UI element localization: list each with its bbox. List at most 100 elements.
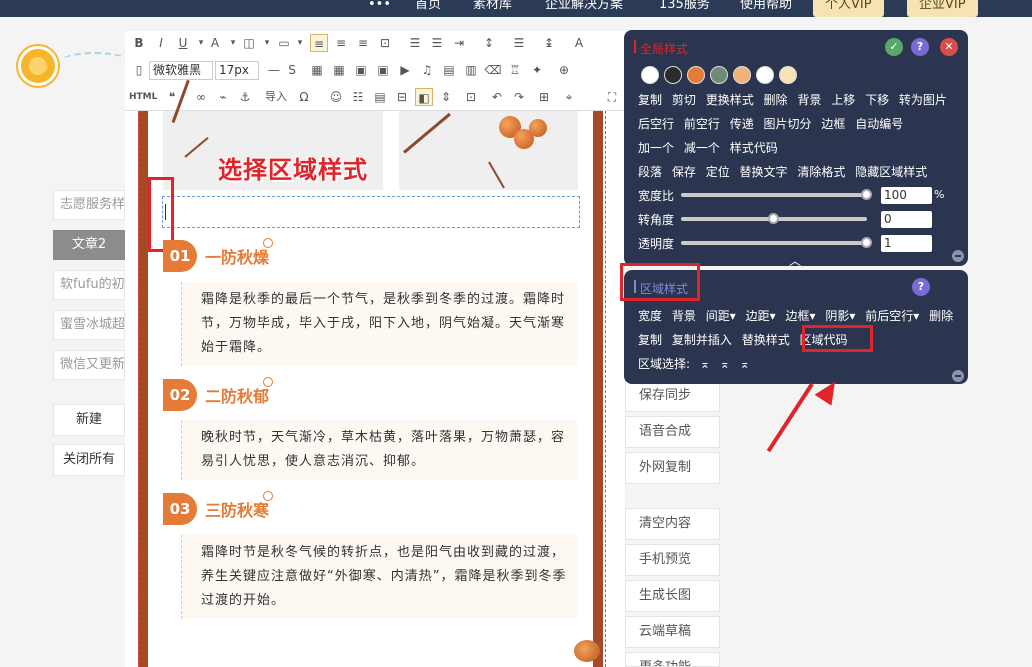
date-icon[interactable]: ▤ — [371, 88, 389, 106]
selected-region[interactable] — [162, 196, 580, 228]
font-size-select[interactable]: 17px — [215, 61, 259, 80]
nav-home[interactable]: 首页 — [415, 0, 441, 17]
nav-enterprise-solutions[interactable]: 企业解决方案 — [545, 0, 623, 17]
link-icon[interactable]: ∞ — [192, 88, 210, 106]
undo-icon[interactable]: ↶ — [488, 88, 506, 106]
article-item[interactable]: 蜜雪冰城超 — [53, 310, 125, 340]
width-ratio-knob[interactable] — [861, 189, 872, 200]
color-swatch[interactable] — [687, 66, 705, 84]
external-copy-button[interactable]: 外网复制 — [625, 452, 720, 484]
cloud-draft-button[interactable]: 云端草稿 — [625, 616, 720, 648]
opacity-input[interactable]: 1 — [881, 235, 932, 252]
opacity-knob[interactable] — [861, 237, 872, 248]
region-copy-action[interactable]: 复制 — [638, 333, 662, 347]
format-block-icon[interactable]: ⊟ — [393, 88, 411, 106]
clear-content-button[interactable]: 清空内容 — [625, 508, 720, 540]
color-swatch[interactable] — [641, 66, 659, 84]
section-paragraph[interactable]: 霜降时节是秋冬气候的转折点，也是阳气由收到藏的过渡，养生关键应注意做好“外御寒、… — [181, 535, 577, 619]
color-swatch[interactable] — [756, 66, 774, 84]
import-button[interactable]: 导入 — [260, 88, 292, 106]
background-action[interactable]: 背景 — [797, 93, 821, 107]
insert-image-icon[interactable]: ▣ — [352, 61, 370, 79]
help-icon[interactable]: ? — [911, 38, 929, 56]
indent-icon[interactable]: ⇥ — [450, 34, 468, 52]
letter-spacing-icon[interactable]: A — [570, 34, 588, 52]
new-page-icon[interactable]: ▯ — [130, 61, 148, 79]
list-style-icon[interactable]: ☰ — [510, 34, 528, 52]
anchor-icon[interactable]: ⚓ — [236, 88, 254, 106]
nav-135-service[interactable]: 135服务 — [659, 0, 710, 17]
width-ratio-slider[interactable] — [681, 193, 867, 197]
nav-materials[interactable]: 素材库 — [473, 0, 512, 17]
add-one-action[interactable]: 加一个 — [638, 141, 674, 155]
new-article-button[interactable]: 新建 — [53, 404, 125, 436]
html-source-button[interactable]: HTML — [129, 88, 157, 106]
table-icon[interactable]: ▦ — [330, 61, 348, 79]
region-replace-style-action[interactable]: 替换样式 — [742, 333, 790, 347]
align-left-icon[interactable]: ≡ — [310, 34, 328, 52]
strikethrough-icon[interactable]: S — [283, 61, 301, 79]
attachment-icon[interactable]: ▤ — [440, 61, 458, 79]
locate-action[interactable]: 定位 — [706, 165, 730, 179]
align-right-icon[interactable]: ≡ — [354, 34, 372, 52]
region-copy-insert-action[interactable]: 复制并插入 — [672, 333, 732, 347]
auto-number-action[interactable]: 自动编号 — [855, 117, 903, 131]
color-swatch[interactable] — [710, 66, 728, 84]
template-icon[interactable]: ▥ — [462, 61, 480, 79]
emoji-icon[interactable]: ☺ — [327, 88, 345, 106]
border-action[interactable]: 边框 — [821, 117, 845, 131]
color-swatch[interactable] — [733, 66, 751, 84]
section-paragraph[interactable]: 霜降是秋季的最后一个节气，是秋季到冬季的过渡。霜降时节，万物毕成，毕入于戌，阳下… — [181, 282, 577, 366]
article-item[interactable]: 微信又更新 — [53, 350, 125, 380]
format-dropdown-icon[interactable]: ▾ — [291, 34, 309, 52]
personal-vip-button[interactable]: 个人VIP — [813, 0, 884, 17]
special-char-icon[interactable]: Ω — [295, 88, 313, 106]
region-background-action[interactable]: 背景 — [672, 309, 696, 323]
shirt-icon[interactable]: ♖ — [506, 61, 524, 79]
color-swatch[interactable] — [779, 66, 797, 84]
article-item[interactable]: 软fufu的初 — [53, 270, 125, 300]
cut-action[interactable]: 剪切 — [672, 93, 696, 107]
change-style-action[interactable]: 更换样式 — [706, 93, 754, 107]
line-height-icon[interactable]: ↨ — [540, 34, 558, 52]
rotation-knob[interactable] — [768, 213, 779, 224]
more-functions-button[interactable]: 更多功能 — [625, 652, 720, 667]
layout-icon[interactable]: ◧ — [415, 88, 433, 106]
magic-wand-icon[interactable]: ✦ — [528, 61, 546, 79]
region-delete-action[interactable]: 删除 — [929, 309, 953, 323]
insert-table-icon[interactable]: ▦ — [308, 61, 326, 79]
video-icon[interactable]: ▶ — [396, 61, 414, 79]
after-blank-line-action[interactable]: 后空行 — [638, 117, 674, 131]
nav-help[interactable]: 使用帮助 — [740, 0, 792, 17]
underline-icon[interactable]: U — [174, 34, 192, 52]
save-action[interactable]: 保存 — [672, 165, 696, 179]
pass-action[interactable]: 传递 — [730, 117, 754, 131]
region-border-action[interactable]: 边框▾ — [785, 309, 815, 323]
help-icon[interactable]: ? — [912, 278, 930, 296]
search-replace-icon[interactable]: ⊕ — [555, 61, 573, 79]
style-code-action[interactable]: 样式代码 — [730, 141, 778, 155]
long-image-button[interactable]: 生成长图 — [625, 580, 720, 612]
before-blank-line-action[interactable]: 前空行 — [684, 117, 720, 131]
background-color-icon[interactable]: ◫ — [240, 34, 258, 52]
background-color-dropdown-icon[interactable]: ▾ — [258, 34, 276, 52]
copy-action[interactable]: 复制 — [638, 93, 662, 107]
mobile-preview-button[interactable]: 手机预览 — [625, 544, 720, 576]
color-swatch[interactable] — [664, 66, 682, 84]
hide-region-style-action[interactable]: 隐藏区域样式 — [855, 165, 927, 179]
region-select-parent-icon[interactable]: ⌅ — [720, 357, 730, 371]
collapse-icon[interactable]: ︿ — [789, 252, 801, 269]
paragraph-spacing-icon[interactable]: ↕ — [480, 34, 498, 52]
font-family-select[interactable]: 微软雅黑 — [149, 61, 213, 80]
gallery-icon[interactable]: ▣ — [374, 61, 392, 79]
region-select-up-icon[interactable]: ⌅ — [700, 357, 710, 371]
close-all-button[interactable]: 关闭所有 — [53, 444, 125, 476]
region-width-action[interactable]: 宽度 — [638, 309, 662, 323]
move-down-action[interactable]: 下移 — [865, 93, 889, 107]
ordered-list-icon[interactable]: ☰ — [406, 34, 424, 52]
select-all-icon[interactable]: ⊞ — [535, 88, 553, 106]
delete-action[interactable]: 删除 — [764, 93, 788, 107]
text-to-speech-button[interactable]: 语音合成 — [625, 416, 720, 448]
unlink-icon[interactable]: ⌁ — [214, 88, 232, 106]
to-image-action[interactable]: 转为图片 — [899, 93, 947, 107]
